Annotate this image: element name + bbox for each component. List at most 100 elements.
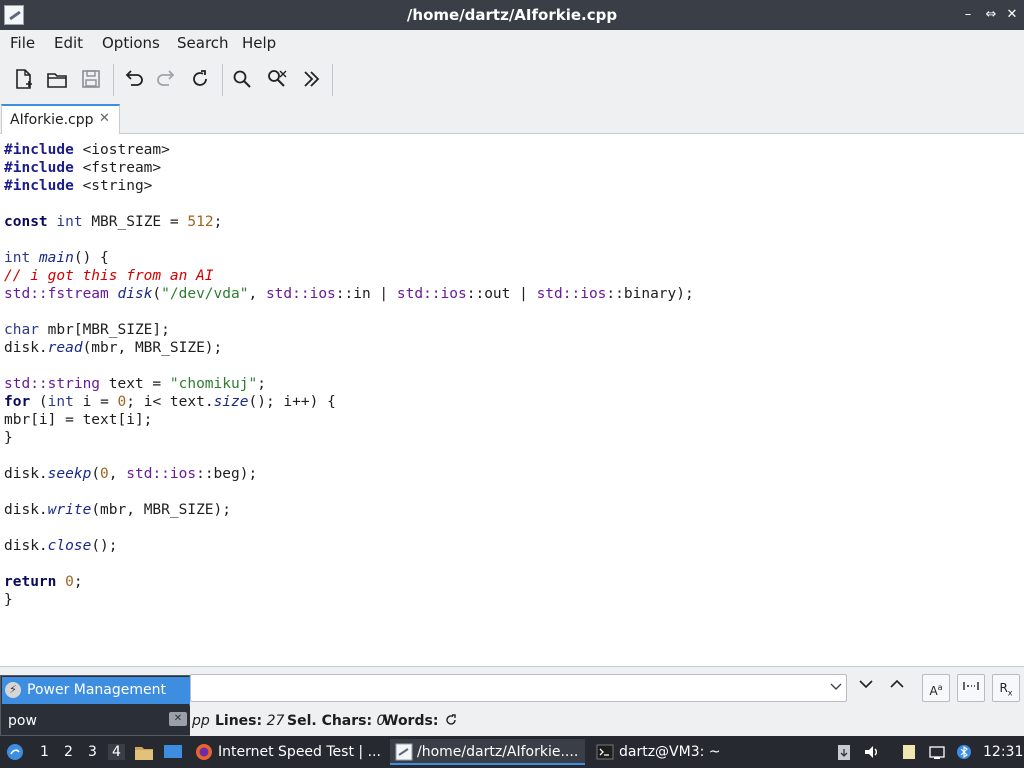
save-icon[interactable] <box>77 65 105 93</box>
code-token: std::ios <box>536 286 607 302</box>
launcher-result-power-management[interactable]: ⚡ Power Management <box>2 677 190 704</box>
menu-search[interactable]: Search <box>177 30 229 56</box>
code-token: std::fstream <box>4 286 109 302</box>
window-titlebar: /home/dartz/AIforkie.cpp – ⇔ ✕ <box>0 0 1024 30</box>
code-line: #include <iostream> <box>4 141 694 159</box>
code-line: mbr[i] = text[i]; <box>4 411 694 429</box>
workspace-3[interactable]: 3 <box>88 744 97 760</box>
more-tools-icon[interactable] <box>297 65 325 93</box>
code-token: , <box>108 466 127 482</box>
code-token: ::out | <box>466 286 537 302</box>
find-previous-icon[interactable] <box>889 676 905 696</box>
volume-icon[interactable] <box>863 743 881 761</box>
toolbar-separator <box>332 64 333 96</box>
match-case-label: A <box>929 684 938 698</box>
menu-options[interactable]: Options <box>102 30 160 56</box>
code-token: ; <box>73 574 83 590</box>
code-token: const <box>4 214 48 230</box>
search-input[interactable] <box>190 674 847 702</box>
menu-file[interactable]: File <box>10 30 35 56</box>
code-line: char mbr[MBR_SIZE]; <box>4 321 694 339</box>
new-file-icon[interactable] <box>9 65 37 93</box>
file-manager-icon[interactable] <box>133 742 155 762</box>
code-token: , <box>248 286 266 302</box>
code-token: 0 <box>100 466 109 482</box>
tab-aiforkie[interactable]: AIforkie.cpp ✕ <box>1 104 120 135</box>
code-token: i = <box>73 394 118 410</box>
workspace-1[interactable]: 1 <box>40 744 49 760</box>
code-token: std::ios <box>396 286 467 302</box>
close-tab-icon[interactable]: ✕ <box>99 111 110 126</box>
menu-edit[interactable]: Edit <box>54 30 83 56</box>
minimize-button[interactable]: – <box>959 6 977 24</box>
match-case-button[interactable]: Aa <box>922 674 950 702</box>
code-token: ; <box>257 376 266 392</box>
code-token: "chomikuj" <box>169 376 258 392</box>
notes-icon[interactable] <box>900 743 918 761</box>
code-token: read <box>47 340 83 356</box>
menu-help[interactable]: Help <box>242 30 276 56</box>
code-token: <iostream> <box>73 142 170 158</box>
menu-bar: File Edit Options Search Help <box>0 30 1024 56</box>
refresh-words-icon[interactable] <box>444 713 458 731</box>
window-title: /home/dartz/AIforkie.cpp <box>406 6 618 24</box>
find-replace-icon[interactable] <box>263 65 291 93</box>
editor-icon <box>395 743 413 761</box>
undo-icon[interactable] <box>119 65 147 93</box>
code-token: (); i++) { <box>248 394 336 410</box>
launcher-query-row: ✕ <box>2 706 190 735</box>
code-line: // i got this from an AI <box>4 267 694 285</box>
taskbar: 1 2 3 4 Internet Speed Test | ... /home/… <box>0 736 1024 768</box>
code-line: } <box>4 591 694 609</box>
redo-icon[interactable] <box>153 65 181 93</box>
bluetooth-icon[interactable] <box>955 743 973 761</box>
code-token: (); <box>91 538 118 554</box>
regex-button[interactable]: Rx <box>992 674 1020 702</box>
code-token: 0 <box>65 574 74 590</box>
reload-icon[interactable] <box>186 65 214 93</box>
code-line: std::string text = "chomikuj"; <box>4 375 694 393</box>
find-icon[interactable] <box>228 65 256 93</box>
code-token: text = <box>100 376 170 392</box>
firefox-icon <box>196 744 212 760</box>
open-folder-icon[interactable] <box>43 65 71 93</box>
clear-query-icon[interactable]: ✕ <box>169 712 187 726</box>
code-text: #include <iostream> #include <fstream> #in… <box>4 141 694 609</box>
task-terminal[interactable]: dartz@VM3: ~ <box>592 739 742 765</box>
close-window-button[interactable]: ✕ <box>1003 6 1021 24</box>
launcher-search-input[interactable] <box>8 711 158 731</box>
restore-button[interactable]: ⇔ <box>982 6 1000 24</box>
code-token: } <box>4 592 13 608</box>
find-next-icon[interactable] <box>858 676 874 696</box>
words-count: Words: <box>383 713 439 729</box>
code-line: disk.read(mbr, MBR_SIZE); <box>4 339 694 357</box>
network-icon[interactable] <box>928 743 946 761</box>
task-editor[interactable]: /home/dartz/AIforkie.... <box>390 739 585 765</box>
file-type-suffix: pp <box>192 713 210 729</box>
search-history-dropdown-icon[interactable] <box>830 680 842 696</box>
code-token: (mbr, MBR_SIZE); <box>91 502 231 518</box>
clock: 12:31 <box>983 744 1024 760</box>
code-token: (mbr, MBR_SIZE); <box>82 340 223 356</box>
code-token: #include <box>4 178 74 194</box>
code-token: MBR_SIZE = <box>82 214 188 230</box>
code-token: std::ios <box>265 286 336 302</box>
workspace-4[interactable]: 4 <box>108 744 125 760</box>
workspace-2[interactable]: 2 <box>64 744 73 760</box>
code-token: std::string <box>4 376 101 392</box>
code-token: disk. <box>4 502 48 518</box>
code-editor[interactable]: #include <iostream> #include <fstream> #in… <box>0 134 1024 666</box>
code-token: return <box>4 574 57 590</box>
code-line: #include <string> <box>4 177 694 195</box>
desktop-icon[interactable] <box>162 742 184 762</box>
start-menu-icon[interactable] <box>5 742 25 762</box>
code-token: char <box>4 322 39 338</box>
task-browser-label: Internet Speed Test | ... <box>218 744 381 760</box>
whole-word-button[interactable] <box>957 674 985 702</box>
code-line: int main() { <box>4 249 694 267</box>
task-browser[interactable]: Internet Speed Test | ... <box>191 739 381 765</box>
tray-clipboard-icon[interactable] <box>835 743 853 761</box>
